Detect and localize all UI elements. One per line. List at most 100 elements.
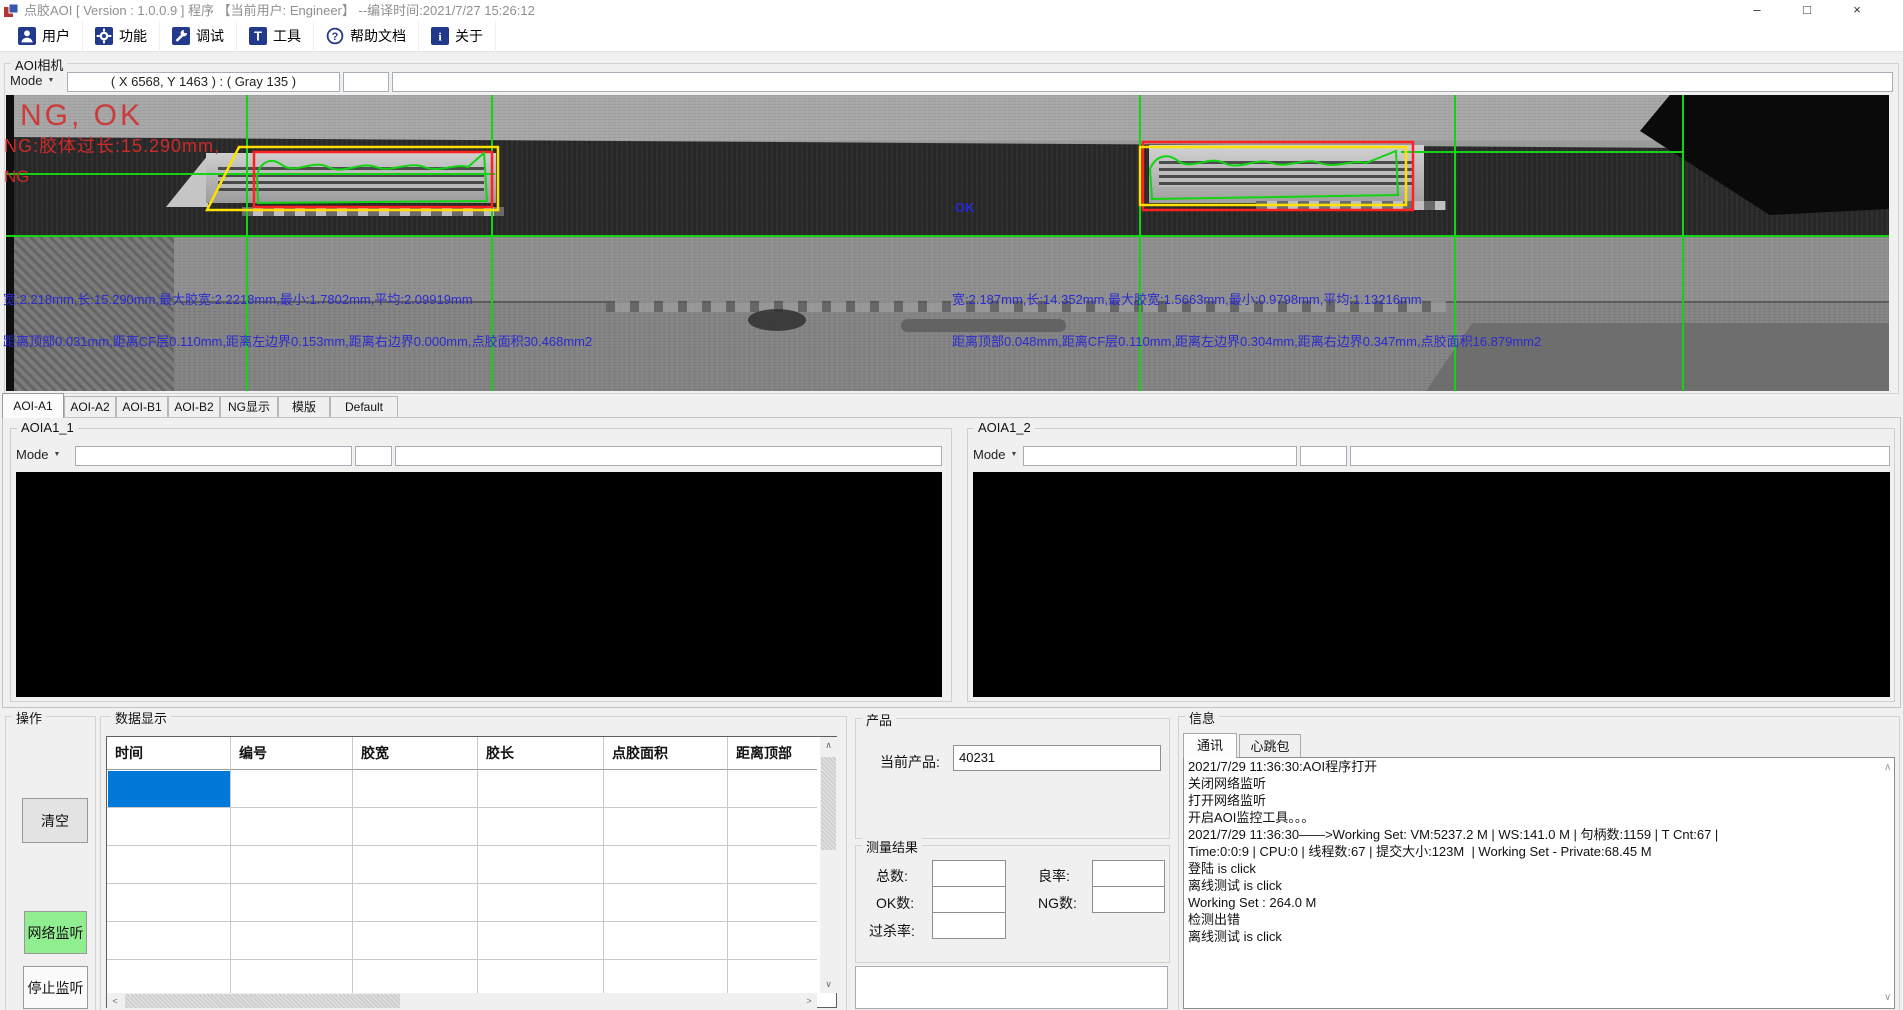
log-line: 检测出错: [1184, 911, 1894, 928]
vertical-scroll-thumb[interactable]: [821, 757, 836, 850]
log-line: 离线测试 is click: [1184, 877, 1894, 894]
left-stats-line2: 距离顶部0.031mm,距离CF层0.110mm,距离左边界0.153mm,距离…: [3, 331, 592, 350]
right-glue-contour: [1150, 151, 1398, 199]
panel2-field-1[interactable]: [1023, 446, 1297, 466]
svg-text:?: ?: [332, 31, 339, 43]
chevron-down-icon: ▼: [48, 77, 55, 84]
maximize-button[interactable]: □: [1782, 0, 1832, 21]
log-line: Working Set : 264.0 M: [1184, 894, 1894, 911]
log-line: 2021/7/29 11:36:30——>Working Set: VM:523…: [1184, 826, 1894, 843]
toolbar-button-function[interactable]: 功能: [83, 21, 160, 52]
panel-aoia1-1-label: AOIA1_1: [17, 420, 78, 435]
camera-field-small[interactable]: [343, 72, 389, 92]
column-header-time[interactable]: 时间: [107, 737, 231, 770]
info-icon: i: [431, 27, 449, 45]
panel1-image-view: [16, 472, 942, 697]
log-scroll-down-icon[interactable]: ∨: [1884, 992, 1891, 1003]
camera-mode-dropdown[interactable]: Mode ▼: [10, 73, 54, 88]
scroll-right-icon[interactable]: >: [803, 996, 815, 1006]
svg-text:T: T: [254, 29, 262, 44]
panel1-field-2[interactable]: [355, 446, 392, 466]
scroll-down-icon[interactable]: ∨: [820, 979, 837, 990]
operation-group-label: 操作: [12, 708, 46, 727]
toolbar-label: 用户: [42, 26, 70, 46]
selected-cell[interactable]: [108, 771, 230, 807]
total-value-box: [932, 860, 1006, 887]
toolbar-button-debug[interactable]: 调试: [160, 21, 237, 52]
overkill-value-box: [932, 912, 1006, 939]
toolbar-label: 调试: [196, 26, 224, 46]
camera-group-label: AOI相机: [11, 55, 67, 74]
right-stats-line2: 距离顶部0.048mm,距离CF层0.110mm,距离左边界0.304mm,距离…: [952, 331, 1541, 350]
panel1-mode-dropdown[interactable]: Mode ▼: [16, 447, 60, 462]
tab-aoi-a1[interactable]: AOI-A1: [2, 393, 64, 418]
tab-aoi-a2[interactable]: AOI-A2: [64, 396, 116, 417]
help-icon: ?: [326, 27, 344, 45]
toolbar-button-help[interactable]: ? 帮助文档: [314, 21, 419, 52]
pixel-readout-field[interactable]: ( X 6568, Y 1463 ) : ( Gray 135 ): [67, 72, 340, 92]
tab-aoi-b1[interactable]: AOI-B1: [116, 396, 168, 417]
stop-listen-button[interactable]: 停止监听: [23, 966, 88, 1009]
chevron-down-icon: ▼: [1011, 451, 1018, 458]
column-header-glue-area[interactable]: 点胶面积: [604, 737, 728, 770]
table-horizontal-scrollbar[interactable]: < >: [107, 993, 817, 1009]
panel2-field-2[interactable]: [1300, 446, 1347, 466]
network-listen-button[interactable]: 网络监听: [24, 911, 87, 954]
tab-default[interactable]: Default: [330, 396, 398, 417]
window-title: 点胶AOI [ Version : 1.0.0.9 ] 程序 【当前用户: En…: [24, 0, 535, 21]
panel2-mode-dropdown[interactable]: Mode ▼: [973, 447, 1017, 462]
scroll-left-icon[interactable]: <: [109, 996, 121, 1006]
left-glue-contour: [257, 153, 487, 203]
panel1-field-3[interactable]: [395, 446, 942, 466]
yield-value-box: [1092, 860, 1165, 887]
column-header-id[interactable]: 编号: [231, 737, 353, 770]
tab-ng-display[interactable]: NG显示: [220, 396, 278, 417]
log-line: 2021/7/29 11:36:30:AOI程序打开: [1184, 758, 1894, 775]
log-line: 离线测试 is click: [1184, 928, 1894, 945]
table-vertical-scrollbar[interactable]: ∧ ∨: [820, 737, 837, 993]
log-line: 关闭网络监听: [1184, 775, 1894, 792]
panel1-field-1[interactable]: [75, 446, 352, 466]
toolbar-label: 帮助文档: [350, 26, 406, 46]
scroll-up-icon[interactable]: ∧: [820, 740, 837, 751]
left-red-roi: [254, 152, 492, 207]
camera-field-wide[interactable]: [392, 72, 1893, 92]
minimize-button[interactable]: –: [1732, 0, 1782, 21]
yield-label: 良率:: [1038, 866, 1070, 886]
log-scroll-up-icon[interactable]: ∧: [1884, 762, 1891, 773]
app-icon: [4, 3, 19, 18]
toolbar-label: 关于: [455, 26, 483, 46]
ng-count-value-box: [1092, 886, 1165, 913]
left-stats-line1: 宽:2.218mm,长:15.290mm,最大胶宽:2.2218mm,最小:1.…: [3, 289, 473, 308]
panel2-image-view: [973, 472, 1890, 697]
current-product-input[interactable]: 40231: [953, 745, 1161, 771]
right-red-roi: [1143, 142, 1413, 210]
right-stats-line1: 宽:2.187mm,长:14.352mm,最大胶宽:1.5663mm,最小:0.…: [952, 289, 1422, 308]
toolbar-button-tools[interactable]: T 工具: [237, 21, 314, 52]
horizontal-scroll-thumb[interactable]: [125, 994, 400, 1008]
tab-template[interactable]: 模版: [278, 396, 330, 417]
clear-button[interactable]: 清空: [22, 798, 88, 843]
data-display-group-label: 数据显示: [111, 708, 171, 727]
column-header-glue-length[interactable]: 胶长: [478, 737, 604, 770]
panel-aoia1-2-label: AOIA1_2: [974, 420, 1035, 435]
column-header-distance-top[interactable]: 距离顶部: [728, 737, 817, 770]
close-button[interactable]: ×: [1832, 0, 1882, 21]
panel2-field-3[interactable]: [1350, 446, 1890, 466]
log-line: 开启AOI监控工具。。。: [1184, 809, 1894, 826]
column-header-glue-width[interactable]: 胶宽: [353, 737, 478, 770]
ng-count-label: NG数:: [1038, 893, 1077, 913]
product-group: 产品: [855, 718, 1170, 839]
log-area[interactable]: 2021/7/29 11:36:30:AOI程序打开 关闭网络监听 打开网络监听…: [1183, 757, 1895, 1009]
spare-box: [855, 966, 1168, 1009]
tool-t-icon: T: [249, 27, 267, 45]
toolbar-button-user[interactable]: 用户: [6, 21, 83, 52]
ok-count-value-box: [932, 886, 1006, 913]
toolbar-button-about[interactable]: i 关于: [419, 21, 496, 52]
ok-flag-text: OK: [955, 200, 975, 215]
tab-comm[interactable]: 通讯: [1183, 733, 1237, 758]
log-line: 登陆 is click: [1184, 860, 1894, 877]
tab-aoi-b2[interactable]: AOI-B2: [168, 396, 220, 417]
log-line: 打开网络监听: [1184, 792, 1894, 809]
tab-heartbeat[interactable]: 心跳包: [1239, 734, 1301, 758]
